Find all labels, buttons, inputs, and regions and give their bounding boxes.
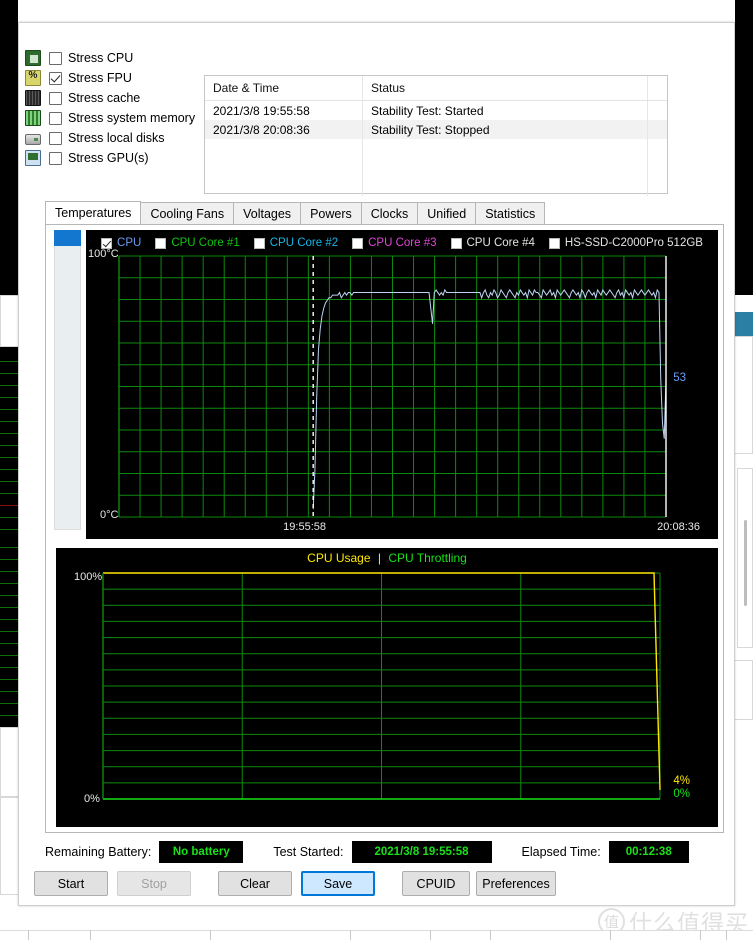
- elapsed-time-label: Elapsed Time:: [521, 845, 601, 859]
- tab-statistics[interactable]: Statistics: [475, 202, 546, 224]
- stress-option-fpu[interactable]: Stress FPU: [25, 68, 193, 88]
- column-header-status[interactable]: Status: [363, 76, 648, 100]
- stress-cpu-checkbox[interactable]: [49, 51, 62, 65]
- table-row[interactable]: [205, 158, 667, 177]
- preferences-button[interactable]: Preferences: [476, 871, 556, 896]
- bg-right-accent: [735, 312, 753, 336]
- cell-extra: [648, 158, 667, 177]
- memory-dimm-icon: [25, 110, 41, 126]
- stress-fpu-checkbox[interactable]: [49, 71, 62, 85]
- clear-button[interactable]: Clear: [218, 871, 292, 896]
- stress-memory-checkbox[interactable]: [49, 111, 62, 125]
- tab-unified[interactable]: Unified: [417, 202, 477, 224]
- tab-powers[interactable]: Powers: [300, 202, 362, 224]
- tab-temperatures[interactable]: Temperatures: [45, 201, 142, 224]
- temperature-plot-svg: [118, 255, 667, 518]
- tab-label: Statistics: [485, 206, 536, 221]
- cell-datetime: [205, 139, 363, 158]
- tab-label: Voltages: [243, 206, 292, 221]
- stress-cache-checkbox[interactable]: [49, 91, 62, 105]
- save-button[interactable]: Save: [301, 871, 375, 896]
- bg-right-scrollbar: [744, 520, 747, 606]
- bg-panel-tile-a: [0, 295, 20, 347]
- graph-vertical-scrollbar[interactable]: [54, 230, 81, 530]
- cell-status: Stability Test: Stopped: [363, 120, 648, 139]
- bg-panel-dark-top: [0, 0, 18, 295]
- temperature-graph[interactable]: CPU CPU Core #1 CPU Core #2 CPU Core #3: [86, 230, 718, 539]
- stress-options-panel: Stress CPU Stress FPU Stress cache Stres…: [25, 48, 196, 168]
- button-bar: Start Stop Clear Save CPUID Preferences: [19, 867, 734, 903]
- cell-extra: [648, 139, 667, 158]
- cache-chip-icon: [25, 90, 41, 106]
- tab-label: Powers: [310, 206, 352, 221]
- cell-datetime: 2021/3/8 20:08:36: [205, 120, 363, 139]
- stress-disks-label: Stress local disks: [68, 131, 165, 145]
- tab-strip: Temperatures Cooling Fans Voltages Power…: [45, 201, 724, 225]
- bg-right-dark: [735, 0, 753, 295]
- cell-datetime: [205, 177, 363, 196]
- tab-label: Unified: [427, 206, 467, 221]
- cell-status: [363, 177, 648, 196]
- window-client-area: Stress CPU Stress FPU Stress cache Stres…: [19, 23, 734, 905]
- status-bar: Remaining Battery: No battery Test Start…: [45, 839, 724, 865]
- cell-extra: [648, 177, 667, 196]
- percent-fpu-icon: [25, 70, 41, 86]
- stress-option-disks[interactable]: Stress local disks: [25, 128, 193, 148]
- bg-panel-graph-left: [0, 347, 18, 727]
- cell-status: [363, 158, 648, 177]
- stress-option-memory[interactable]: Stress system memory: [25, 108, 196, 128]
- stress-gpu-label: Stress GPU(s): [68, 151, 149, 165]
- elapsed-time-value: 00:12:38: [608, 841, 689, 863]
- cpu-usage-graph[interactable]: CPU Usage | CPU Throttling 100% 0% 4% 0%: [56, 548, 718, 827]
- cpu-stability-test-window: Stress CPU Stress FPU Stress cache Stres…: [18, 22, 735, 906]
- stress-option-cache[interactable]: Stress cache: [25, 88, 193, 108]
- table-row[interactable]: [205, 139, 667, 158]
- table-row[interactable]: [205, 177, 667, 196]
- stop-button[interactable]: Stop: [117, 871, 191, 896]
- battery-value: No battery: [159, 841, 244, 863]
- start-button[interactable]: Start: [34, 871, 108, 896]
- stress-gpu-checkbox[interactable]: [49, 151, 62, 165]
- column-header-datetime[interactable]: Date & Time: [205, 76, 363, 100]
- bg-panel-tile-c: [0, 797, 20, 895]
- battery-label: Remaining Battery:: [45, 845, 152, 859]
- cell-status: [363, 139, 648, 158]
- cell-extra: [648, 120, 667, 139]
- cell-status: Stability Test: Started: [363, 101, 648, 120]
- temperatures-tab-panel: CPU CPU Core #1 CPU Core #2 CPU Core #3: [45, 225, 724, 833]
- cell-datetime: [205, 158, 363, 177]
- tab-clocks[interactable]: Clocks: [360, 202, 419, 224]
- stress-cache-label: Stress cache: [68, 91, 141, 105]
- cell-datetime: 2021/3/8 19:55:58: [205, 101, 363, 120]
- table-row[interactable]: 2021/3/8 19:55:58 Stability Test: Starte…: [205, 101, 667, 120]
- bg-right-tile-a: [735, 336, 753, 454]
- tab-label: Cooling Fans: [150, 206, 225, 221]
- tab-voltages[interactable]: Voltages: [233, 202, 302, 224]
- stability-log-table[interactable]: Date & Time Status 2021/3/8 19:55:58 Sta…: [204, 75, 668, 196]
- stress-memory-label: Stress system memory: [68, 111, 196, 125]
- tab-label: Temperatures: [55, 206, 132, 220]
- scrollbar-thumb[interactable]: [54, 230, 81, 246]
- hard-disk-icon: [25, 134, 41, 145]
- table-row[interactable]: 2021/3/8 20:08:36 Stability Test: Stoppe…: [205, 120, 667, 139]
- table-header-row: Date & Time Status: [205, 76, 667, 101]
- stress-option-cpu[interactable]: Stress CPU: [25, 48, 193, 68]
- cell-extra: [648, 101, 667, 120]
- usage-plot-svg: [102, 572, 661, 800]
- tab-label: Clocks: [370, 206, 409, 221]
- stress-cpu-label: Stress CPU: [68, 51, 134, 65]
- test-started-label: Test Started:: [273, 845, 344, 859]
- stress-option-gpu[interactable]: Stress GPU(s): [25, 148, 193, 168]
- stress-disks-checkbox[interactable]: [49, 131, 62, 145]
- tab-cooling-fans[interactable]: Cooling Fans: [140, 202, 235, 224]
- column-header-extra[interactable]: [648, 76, 667, 100]
- test-started-value: 2021/3/8 19:55:58: [351, 841, 492, 863]
- taskbar-sliver: [0, 930, 753, 940]
- bg-right-tile-c: [735, 660, 753, 720]
- gpu-card-icon: [25, 150, 41, 166]
- cpu-chip-icon: [25, 50, 41, 66]
- stress-fpu-label: Stress FPU: [68, 71, 132, 85]
- cpuid-button[interactable]: CPUID: [402, 871, 470, 896]
- bg-panel-tile-b: [0, 727, 20, 797]
